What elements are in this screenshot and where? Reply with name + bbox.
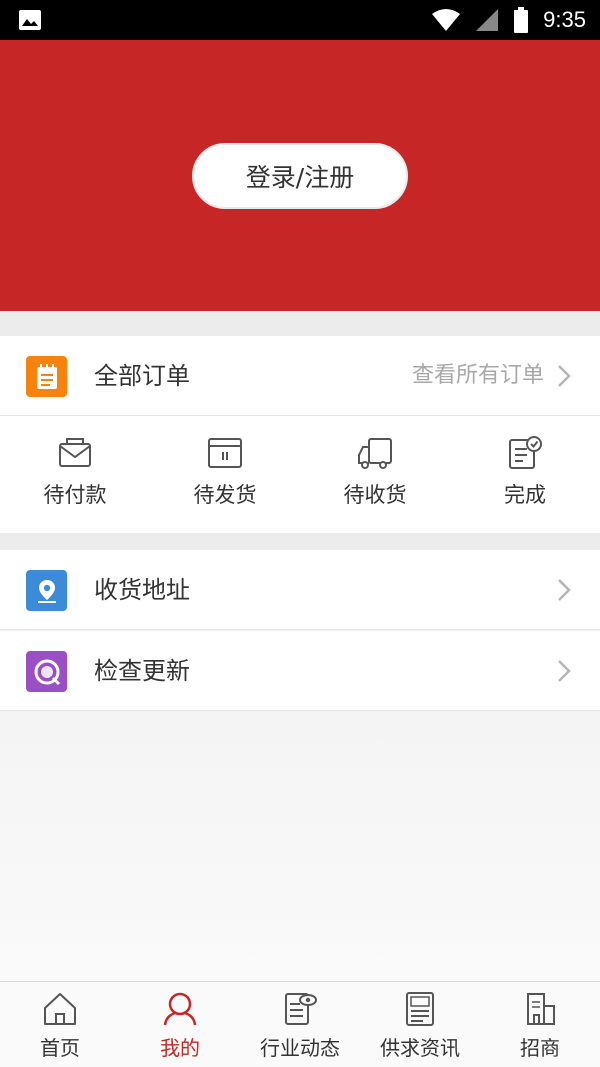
section-divider — [0, 533, 600, 550]
location-icon — [26, 570, 67, 611]
battery-icon — [514, 7, 529, 33]
tab-label: 供求资讯 — [380, 1036, 460, 1060]
status-icons: 9:35 — [431, 7, 586, 33]
profile-icon — [163, 992, 197, 1026]
pending-receipt-icon — [358, 438, 392, 469]
chevron-right-icon — [558, 579, 571, 601]
supply-demand-icon — [406, 992, 434, 1026]
tab-label: 招商 — [520, 1036, 560, 1060]
tab-industry-news[interactable]: 行业动态 — [240, 982, 360, 1067]
update-icon — [26, 651, 67, 692]
order-status-pending-receipt[interactable]: 待收货 — [300, 417, 450, 533]
status-time: 9:35 — [543, 7, 586, 32]
status-label: 待付款 — [43, 483, 107, 507]
all-orders-row[interactable]: 全部订单 查看所有订单 — [0, 336, 600, 416]
business-icon — [527, 993, 555, 1025]
menu-item-label: 检查更新 — [94, 657, 190, 685]
tab-label: 行业动态 — [260, 1036, 340, 1060]
menu-item-shipping-address[interactable]: 收货地址 — [0, 550, 600, 630]
menu-item-check-update[interactable]: 检查更新 — [0, 631, 600, 711]
status-label: 完成 — [504, 483, 546, 507]
chevron-right-icon — [558, 660, 571, 682]
home-icon — [44, 993, 76, 1025]
tab-home[interactable]: 首页 — [0, 982, 120, 1067]
wifi-icon — [432, 9, 461, 31]
pending-payment-icon — [59, 438, 91, 467]
completed-icon — [509, 436, 542, 469]
order-status-pending-shipment[interactable]: 待发货 — [150, 417, 300, 533]
image-icon — [19, 10, 41, 30]
status-bar: 9:35 — [0, 0, 600, 40]
all-orders-label: 全部订单 — [94, 362, 190, 390]
status-label: 待收货 — [343, 483, 407, 507]
status-label: 待发货 — [193, 483, 257, 507]
content-area — [0, 712, 600, 982]
signal-icon — [476, 9, 499, 31]
tab-business[interactable]: 招商 — [480, 982, 600, 1067]
login-register-button[interactable]: 登录/注册 — [192, 143, 408, 209]
pending-shipment-icon — [208, 438, 242, 468]
tab-label: 首页 — [40, 1036, 80, 1060]
orders-card: 全部订单 查看所有订单 待付款 待发货 待收货 完成 — [0, 336, 600, 533]
news-icon — [285, 993, 317, 1025]
order-status-pending-payment[interactable]: 待付款 — [0, 417, 150, 533]
bottom-tab-bar: 首页 我的 行业动态 供求资讯 招商 — [0, 981, 600, 1067]
tab-label: 我的 — [160, 1036, 200, 1060]
tab-supply-demand[interactable]: 供求资讯 — [360, 982, 480, 1067]
chevron-right-icon — [558, 365, 571, 387]
order-list-icon — [26, 356, 67, 397]
tab-profile[interactable]: 我的 — [120, 982, 240, 1067]
menu-item-label: 收货地址 — [94, 576, 190, 604]
view-all-orders-link[interactable]: 查看所有订单 — [412, 336, 544, 416]
order-status-bar: 待付款 待发货 待收货 完成 — [0, 417, 600, 533]
order-status-completed[interactable]: 完成 — [450, 417, 600, 533]
profile-header: 登录/注册 — [0, 40, 600, 311]
section-divider — [0, 311, 600, 336]
